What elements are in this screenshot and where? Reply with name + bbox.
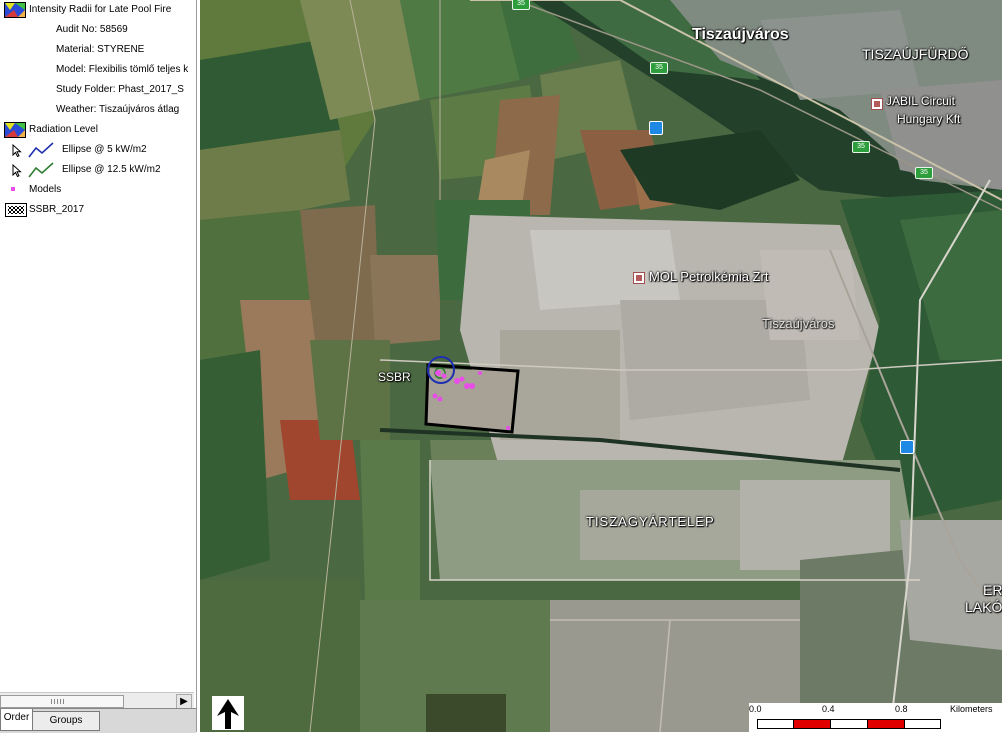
north-arrow-icon [217,699,239,729]
weather-text: Weather: Tiszaújváros átlag [56,104,180,115]
model-point [459,376,465,382]
legend-horizontal-scrollbar[interactable]: ▶ [0,692,194,709]
pointer-icon [12,164,22,177]
material-text: Material: STYRENE [56,44,145,55]
legend-tabs: Order Groups [0,708,196,733]
map-overlay-square [426,694,506,732]
road-number-badge: 35 [915,167,933,179]
scale-segment [867,719,905,729]
road-number-badge: 35 [512,0,530,10]
map-view[interactable]: Tiszaújváros TISZAÚJFÜRDŐ JABIL Circuit … [200,0,1002,732]
ssbr-map-label: SSBR [378,370,411,384]
model-point [478,371,482,375]
model-point [469,383,475,389]
layer-symbol-icon [4,122,26,138]
legend-radiation-row[interactable]: Radiation Level [0,121,196,139]
place-label-tiszaujvaros: Tiszaújváros [692,26,789,43]
legend-ellipse-5-row[interactable]: Ellipse @ 5 kW/m2 [0,141,196,159]
study-folder-text: Study Folder: Phast_2017_S [56,84,184,95]
scale-bar: 0.0 0.4 0.8 Kilometers [749,703,1002,732]
road-number-badge: 35 [650,62,668,74]
models-label: Models [29,184,62,195]
ellipse-12-label: Ellipse @ 12.5 kW/m2 [62,164,161,175]
point-symbol-icon [11,187,15,191]
legend-layer-title-row[interactable]: Intensity Radii for Late Pool Fire [0,1,196,19]
place-label-mol: MOL Petrolkémia Zrt [649,269,769,284]
ellipse-5-label: Ellipse @ 5 kW/m2 [62,144,147,155]
scrollbar-thumb[interactable] [0,695,124,708]
place-label-tiszagyartelep: TISZAGYÁRTELEP [586,514,715,529]
model-point [454,378,460,384]
scale-label-0: 0.0 [749,704,762,714]
radiation-level-title: Radiation Level [29,124,98,135]
tab-order[interactable]: Order [0,709,33,731]
audit-no-text: Audit No: 58569 [56,24,128,35]
place-label-edge-2: LAKÓ [965,599,1002,615]
scale-segment [757,719,794,729]
scale-segment [904,719,941,729]
place-label-jabil-1: JABIL Circuit [886,94,955,108]
legend-ssbr-row[interactable]: SSBR_2017 [0,201,196,219]
place-label-tiszaujfurdo: TISZAÚJFÜRDŐ [862,46,969,62]
model-point [506,426,510,430]
scale-segment [793,719,831,729]
ssbr-layer-label: SSBR_2017 [29,204,85,215]
poi-icon [633,272,645,284]
scale-label-2: 0.8 [895,704,908,714]
model-text: Model: Flexibilis tömlő teljes k [56,64,189,75]
pointer-icon [12,144,22,157]
legend-title: Intensity Radii for Late Pool Fire [29,4,172,15]
place-label-tiszaujvaros-faint: Tiszaújváros [762,316,835,331]
scale-segment [830,719,868,729]
north-arrow [212,696,244,730]
scale-unit: Kilometers [950,704,993,714]
hatched-polygon-icon [5,203,27,217]
model-point [432,393,438,399]
model-point [435,370,441,376]
poi-icon [871,98,883,110]
tab-groups[interactable]: Groups [32,711,100,731]
bus-stop-icon [900,440,914,454]
model-point [437,396,443,402]
scroll-right-arrow-icon[interactable]: ▶ [176,694,192,709]
scale-label-1: 0.4 [822,704,835,714]
line-symbol-icon [28,162,54,178]
bus-stop-icon [649,121,663,135]
line-symbol-icon [28,142,54,158]
legend-panel: Intensity Radii for Late Pool Fire Audit… [0,0,197,733]
road-number-badge: 35 [852,141,870,153]
place-label-jabil-2: Hungary Kft [897,112,961,126]
legend-ellipse-12-row[interactable]: Ellipse @ 12.5 kW/m2 [0,161,196,179]
layer-symbol-icon [4,2,26,18]
legend-models-row[interactable]: Models [0,181,196,199]
place-label-edge-1: ER [983,582,1002,598]
model-point [441,373,447,379]
